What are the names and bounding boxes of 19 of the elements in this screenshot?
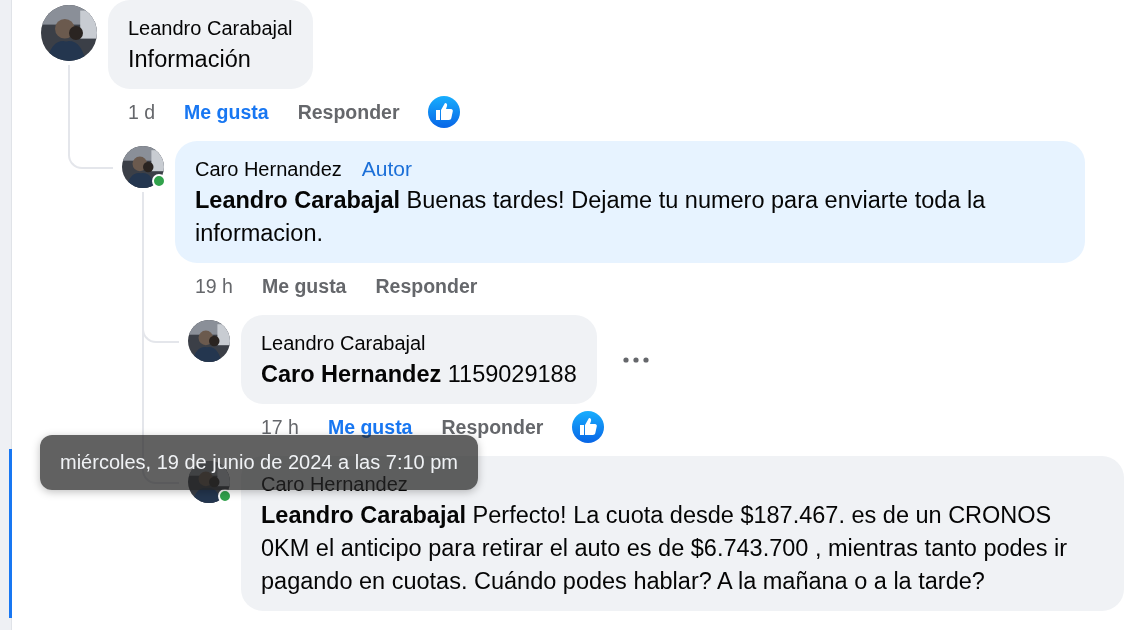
comment-text: Información	[128, 45, 252, 74]
author-name: Caro Hernandez	[195, 157, 342, 182]
reply-link[interactable]: Responder	[375, 274, 478, 298]
comment-time[interactable]: 1 d	[128, 100, 156, 124]
comment-time[interactable]: 19 h	[195, 274, 233, 298]
like-link[interactable]: Me gusta	[261, 274, 347, 298]
author-name: Leandro Carabajal	[261, 331, 426, 356]
author-name: Leandro Carabajal	[128, 16, 293, 41]
comment-text: Leandro Carabajal Buenas tardes! Dejame tu numero para enviarte toda la informacion.	[195, 186, 987, 248]
author-name: Caro Hernandez	[261, 472, 408, 497]
author-label: Autor	[361, 156, 412, 182]
more-icon	[622, 356, 649, 363]
comment-text: Caro Hernandez 1159029188	[261, 360, 577, 389]
like-link[interactable]: Me gusta	[184, 100, 269, 124]
like-link[interactable]: Me gusta	[327, 415, 413, 439]
reply-link[interactable]: Responder	[441, 415, 544, 439]
comment-text: Leandro Carabajal Perfecto! La cuota desde $187.467. es de un CRONOS 0KM el anticipo para retirar el auto es de $6.743.700 , mientras tanto podes ir pagando en cuotas. Cuándo podes hablar? A la mañana o a la tarde?	[261, 501, 1068, 596]
reply-link[interactable]: Responder	[297, 100, 400, 124]
comment-time[interactable]: 17 h	[261, 415, 299, 439]
